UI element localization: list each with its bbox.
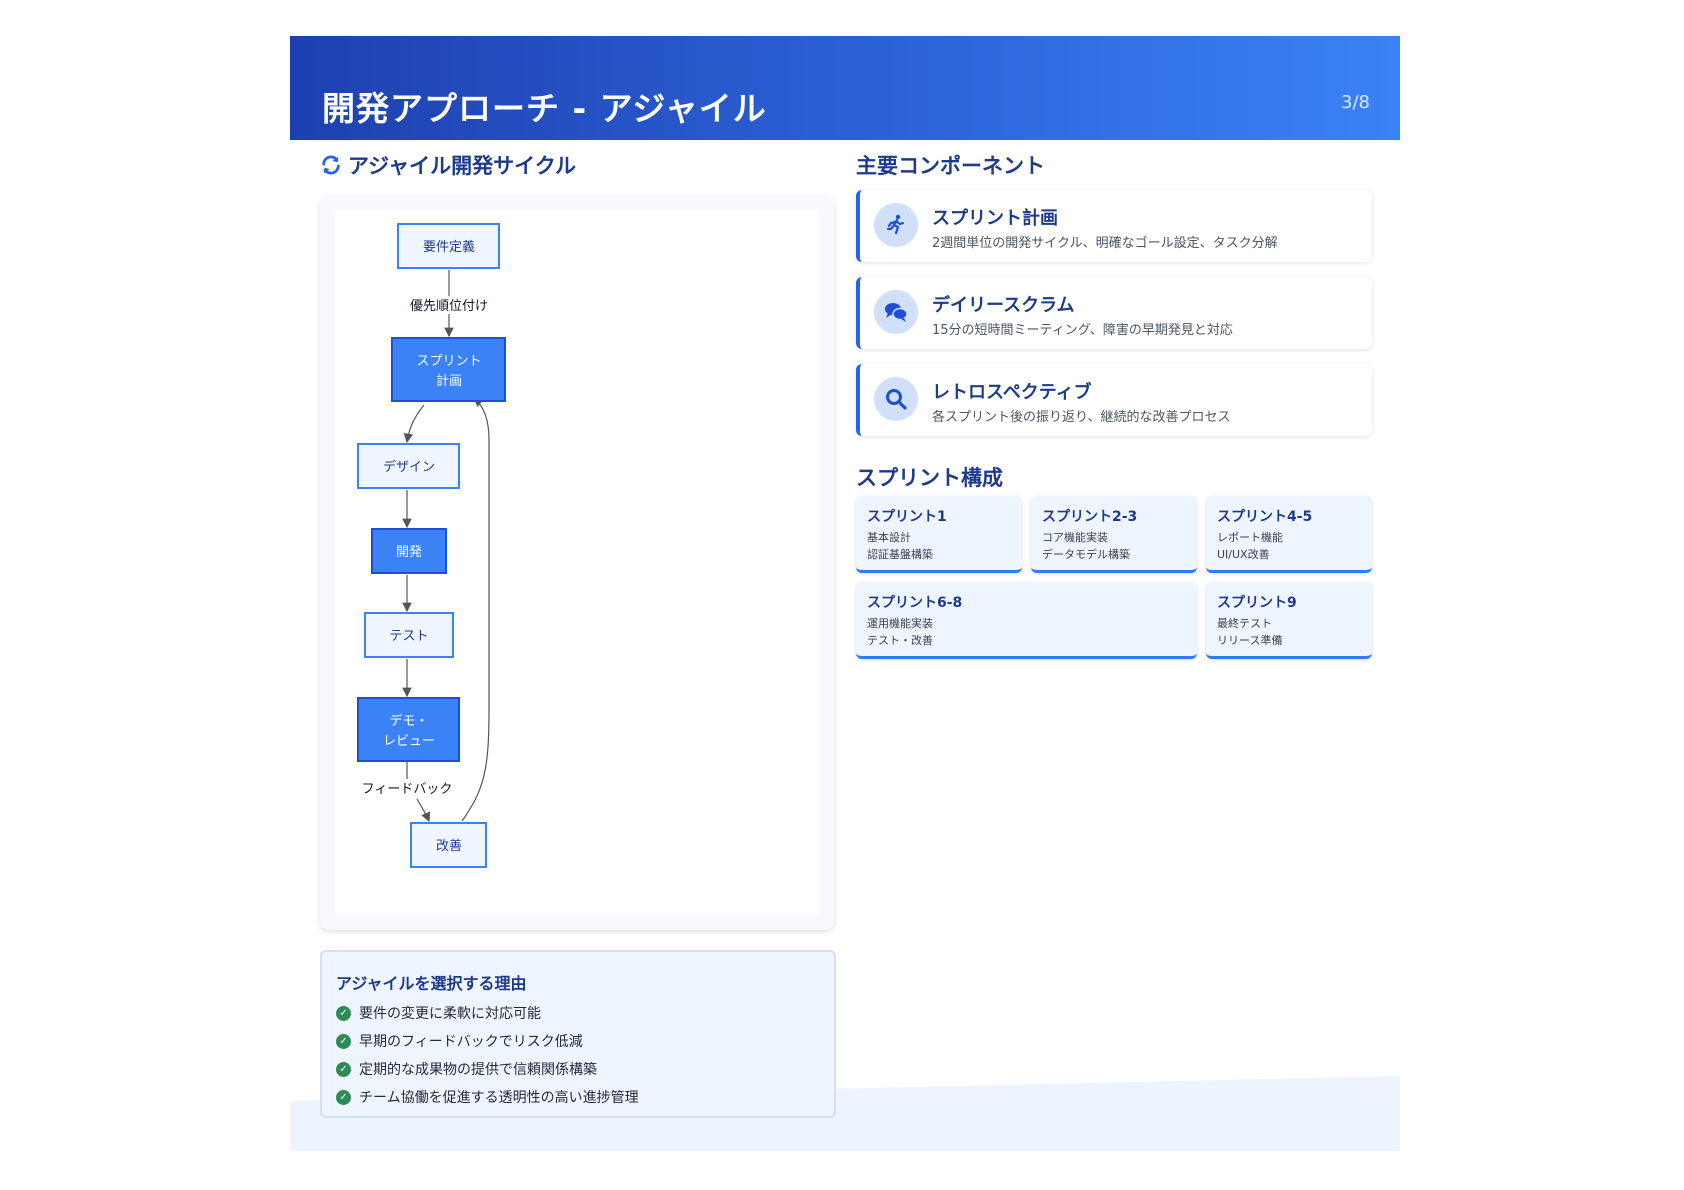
sprint-title: スプリント6-8 bbox=[867, 595, 963, 611]
sprint-card-6-8: スプリント6-8 運用機能実装 テスト・改善 bbox=[856, 582, 1197, 659]
reason-item: ✓ チーム協働を促進する透明性の高い進捗管理 bbox=[336, 1083, 639, 1111]
sprint-line: UI/UX改善 bbox=[1217, 548, 1270, 561]
header-bar: 開発アプローチ - アジャイル 3/8 bbox=[290, 36, 1400, 140]
reason-text: 早期のフィードバックでリスク低減 bbox=[359, 1034, 583, 1050]
page-number: 3/8 bbox=[1341, 92, 1370, 113]
sprint-line: レポート機能 bbox=[1217, 531, 1283, 544]
check-circle-icon: ✓ bbox=[336, 1005, 351, 1021]
sprint-card-1: スプリント1 基本設計 認証基盤構築 bbox=[856, 496, 1022, 573]
edge-improve-to-sprint bbox=[461, 397, 490, 822]
node-demo-review-line1: デモ・ bbox=[389, 713, 428, 729]
sprint-line: コア機能実装 bbox=[1042, 531, 1108, 544]
sprint-line: 運用機能実装 bbox=[867, 617, 933, 630]
check-circle-icon: ✓ bbox=[336, 1033, 351, 1049]
sprint-title: スプリント4-5 bbox=[1217, 509, 1313, 525]
sprint-card-9: スプリント9 最終テスト リリース準備 bbox=[1206, 582, 1372, 659]
node-improvement: 改善 bbox=[436, 838, 462, 854]
check-circle-icon: ✓ bbox=[336, 1089, 351, 1105]
sprint-card-4-5: スプリント4-5 レポート機能 UI/UX改善 bbox=[1206, 496, 1372, 573]
sprint-title: スプリント2-3 bbox=[1042, 509, 1138, 525]
reason-text: チーム協働を促進する透明性の高い進捗管理 bbox=[359, 1090, 639, 1106]
component-card-sprint-planning: スプリント計画 2週間単位の開発サイクル、明確なゴール設定、タスク分解 bbox=[856, 190, 1372, 262]
cycle-diagram-card: 優先順位付け フィードバック 要件定義 スプリント 計画 デザイン 開発 テスト… bbox=[320, 196, 834, 930]
component-desc: 2週間単位の開発サイクル、明確なゴール設定、タスク分解 bbox=[932, 236, 1278, 251]
component-title: スプリント計画 bbox=[932, 208, 1058, 229]
slide: 開発アプローチ - アジャイル 3/8 アジャイル開発サイクル 優先順位付け フ… bbox=[290, 36, 1400, 1151]
node-requirements: 要件定義 bbox=[423, 239, 475, 255]
reason-text: 定期的な成果物の提供で信頼関係構築 bbox=[359, 1062, 597, 1078]
cycle-diagram: 優先順位付け フィードバック 要件定義 スプリント 計画 デザイン 開発 テスト… bbox=[334, 210, 820, 916]
sprint-title: スプリント9 bbox=[1217, 595, 1297, 611]
edge-label-prioritize: 優先順位付け bbox=[410, 299, 488, 314]
sprint-line: 最終テスト bbox=[1217, 617, 1272, 630]
node-sprint-planning-line2: 計画 bbox=[436, 373, 462, 389]
sprints-title: スプリント構成 bbox=[856, 466, 1003, 490]
cycle-title-text: アジャイル開発サイクル bbox=[348, 154, 577, 178]
node-demo-review-line2: レビュー bbox=[383, 734, 435, 749]
component-desc: 各スプリント後の振り返り、継続的な改善プロセス bbox=[932, 410, 1231, 425]
slide-title: 開発アプローチ - アジャイル bbox=[322, 89, 767, 128]
sprint-card-2-3: スプリント2-3 コア機能実装 データモデル構築 bbox=[1031, 496, 1197, 573]
component-card-daily-scrum: デイリースクラム 15分の短時間ミーティング、障害の早期発見と対応 bbox=[856, 277, 1372, 349]
reasons-title: アジャイルを選択する理由 bbox=[336, 974, 527, 993]
node-sprint-planning-box bbox=[391, 337, 506, 402]
component-title: デイリースクラム bbox=[932, 295, 1075, 316]
component-desc: 15分の短時間ミーティング、障害の早期発見と対応 bbox=[932, 323, 1233, 338]
sprint-line: 認証基盤構築 bbox=[867, 548, 933, 561]
components-title: 主要コンポーネント bbox=[856, 154, 1045, 178]
cycle-section-title: アジャイル開発サイクル bbox=[320, 150, 576, 180]
sprint-line: 基本設計 bbox=[867, 531, 911, 544]
magnifier-icon bbox=[874, 377, 918, 421]
edge-label-feedback: フィードバック bbox=[362, 782, 453, 797]
sprint-line: テスト・改善 bbox=[867, 634, 933, 647]
chat-bubbles-icon bbox=[874, 290, 918, 334]
node-sprint-planning-line1: スプリント bbox=[416, 354, 481, 369]
check-circle-icon: ✓ bbox=[336, 1061, 351, 1077]
sprint-line: リリース準備 bbox=[1217, 634, 1283, 647]
node-design: デザイン bbox=[383, 459, 435, 475]
reasons-card: アジャイルを選択する理由 ✓ 要件の変更に柔軟に対応可能 ✓ 早期のフィードバックで… bbox=[320, 950, 836, 1118]
reason-item: ✓ 定期的な成果物の提供で信頼関係構築 bbox=[336, 1055, 639, 1083]
reason-item: ✓ 早期のフィードバックでリスク低減 bbox=[336, 1027, 639, 1055]
sync-icon bbox=[322, 155, 340, 175]
reason-item: ✓ 要件の変更に柔軟に対応可能 bbox=[336, 999, 639, 1027]
component-title: レトロスペクティブ bbox=[932, 382, 1092, 403]
component-card-retrospective: レトロスペクティブ 各スプリント後の振り返り、継続的な改善プロセス bbox=[856, 364, 1372, 436]
node-development: 開発 bbox=[396, 545, 422, 560]
running-person-icon bbox=[874, 203, 918, 247]
node-demo-review-box bbox=[357, 697, 460, 762]
flow-chart: 優先順位付け フィードバック 要件定義 スプリント 計画 デザイン 開発 テスト… bbox=[352, 223, 506, 868]
reason-text: 要件の変更に柔軟に対応可能 bbox=[359, 1006, 541, 1022]
node-test: テスト bbox=[389, 629, 428, 644]
edge-sprint-to-design bbox=[403, 404, 425, 444]
sprint-title: スプリント1 bbox=[867, 509, 947, 525]
reasons-list: ✓ 要件の変更に柔軟に対応可能 ✓ 早期のフィードバックでリスク低減 ✓ 定期的な成果… bbox=[336, 999, 639, 1111]
sprint-line: データモデル構築 bbox=[1042, 548, 1130, 561]
